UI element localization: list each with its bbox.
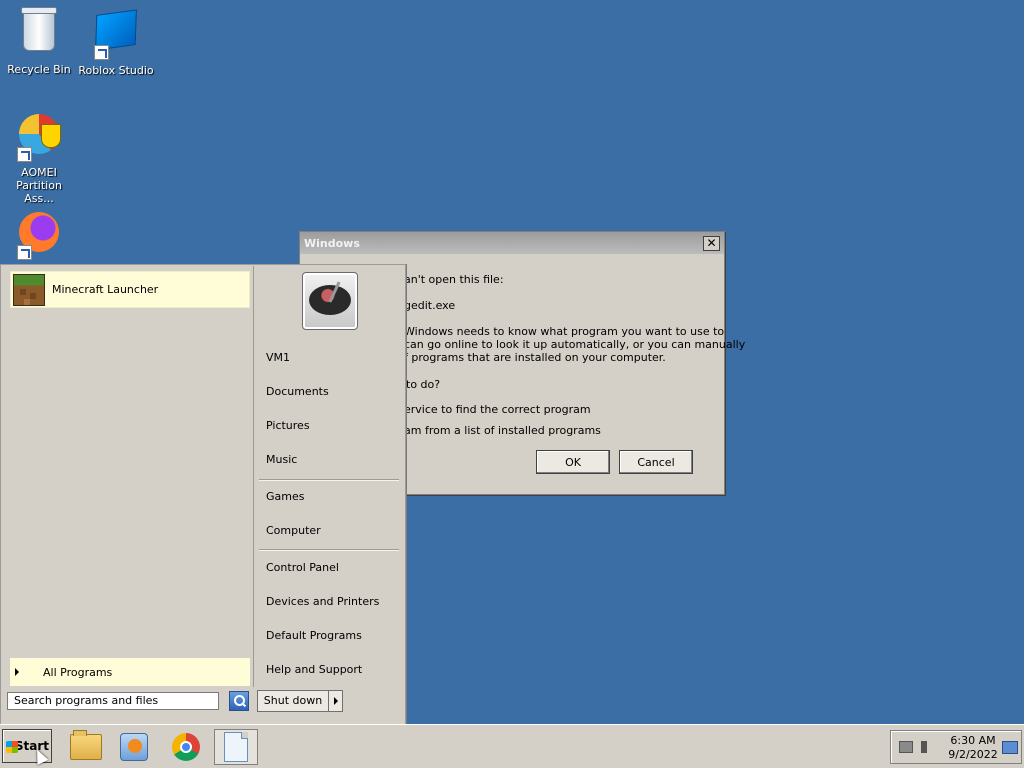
clock[interactable]: 6:30 AM 9/2/2022 [943, 734, 1003, 762]
media-player-icon [120, 733, 148, 761]
menu-item-computer[interactable]: Computer [266, 521, 321, 541]
document-icon [224, 732, 248, 762]
desktop-icon-label: Roblox Studio [78, 64, 154, 77]
dialog-text: f programs that are installed on your co… [404, 351, 666, 364]
taskbar: Start 6:30 AM 9/2/2022 [0, 724, 1024, 768]
start-menu: Minecraft Launcher All Programs VM1 Docu… [0, 264, 406, 725]
shortcut-arrow-icon [17, 147, 32, 162]
shutdown-label: Shut down [258, 691, 329, 711]
menu-item-default-programs[interactable]: Default Programs [266, 626, 362, 646]
desktop-icon-recycle-bin[interactable]: Recycle Bin [0, 6, 78, 76]
taskbar-document[interactable] [214, 729, 258, 765]
start-search [7, 691, 251, 713]
option-web-service[interactable]: ervice to find the correct program [404, 403, 591, 416]
menu-separator [259, 479, 399, 481]
dialog-text: Windows needs to know what program you w… [404, 325, 725, 338]
aomei-icon [15, 114, 63, 162]
user-picture[interactable] [302, 272, 358, 330]
file-explorer-icon [70, 730, 102, 760]
dialog-titlebar[interactable]: Windows ✕ [300, 232, 724, 254]
dialog-filename: gedit.exe [404, 299, 456, 312]
search-icon[interactable] [229, 691, 249, 711]
system-tray: 6:30 AM 9/2/2022 [890, 730, 1022, 764]
desktop-icon-label: AOMEI Partition Ass... [16, 166, 62, 205]
search-input[interactable] [7, 692, 219, 710]
taskbar-file-explorer[interactable] [64, 729, 108, 765]
menu-item-help-support[interactable]: Help and Support [266, 660, 362, 680]
pinned-item-minecraft-launcher[interactable]: Minecraft Launcher [10, 271, 250, 308]
menu-item-documents[interactable]: Documents [266, 382, 329, 402]
menu-separator [259, 549, 399, 551]
taskbar-media-player[interactable] [112, 729, 156, 765]
dialog-question: to do? [406, 378, 441, 391]
cancel-button[interactable]: Cancel [619, 450, 693, 474]
minecraft-icon [13, 273, 45, 306]
menu-item-music[interactable]: Music [266, 450, 297, 470]
menu-item-devices-printers[interactable]: Devices and Printers [266, 592, 379, 612]
shutdown-button[interactable]: Shut down [257, 690, 343, 712]
start-menu-places-pane: VM1 Documents Pictures Music Games Compu… [254, 266, 403, 687]
desktop-icon-aomei[interactable]: AOMEI Partition Ass... [0, 110, 78, 205]
desktop-icon-roblox-studio[interactable]: Roblox Studio [77, 6, 155, 77]
shortcut-arrow-icon [94, 45, 109, 60]
menu-item-pictures[interactable]: Pictures [266, 416, 310, 436]
clock-date: 9/2/2022 [948, 748, 998, 761]
dialog-text: can go online to look it up automaticall… [404, 338, 746, 351]
roblox-studio-icon [92, 9, 140, 60]
volume-icon[interactable] [921, 741, 935, 753]
show-desktop-icon[interactable] [1002, 741, 1018, 754]
all-programs-button[interactable]: All Programs [10, 658, 250, 686]
arrow-right-icon [15, 668, 19, 676]
start-menu-programs-pane: Minecraft Launcher All Programs [2, 266, 254, 687]
menu-item-vm1[interactable]: VM1 [266, 348, 290, 368]
shutdown-options-arrow-icon[interactable] [334, 697, 338, 705]
chrome-icon [172, 733, 200, 761]
pinned-item-label: Minecraft Launcher [52, 283, 159, 296]
menu-item-games[interactable]: Games [266, 487, 304, 507]
taskbar-chrome[interactable] [164, 729, 208, 765]
close-button[interactable]: ✕ [703, 235, 720, 251]
recycle-bin-icon [15, 7, 63, 59]
desktop-icon-label: Recycle Bin [7, 63, 71, 76]
ok-button[interactable]: OK [536, 450, 610, 474]
all-programs-label: All Programs [43, 665, 113, 679]
shortcut-arrow-icon [17, 245, 32, 260]
desktop-icon-firefox[interactable] [0, 208, 78, 260]
firefox-icon [15, 212, 63, 260]
dialog-text: an't open this file: [404, 273, 504, 286]
menu-item-control-panel[interactable]: Control Panel [266, 558, 339, 578]
windows-logo-icon [6, 741, 18, 753]
clock-time: 6:30 AM [950, 734, 996, 747]
dialog-title: Windows [304, 236, 360, 250]
network-icon[interactable] [899, 741, 913, 753]
option-installed-programs[interactable]: am from a list of installed programs [404, 424, 601, 437]
